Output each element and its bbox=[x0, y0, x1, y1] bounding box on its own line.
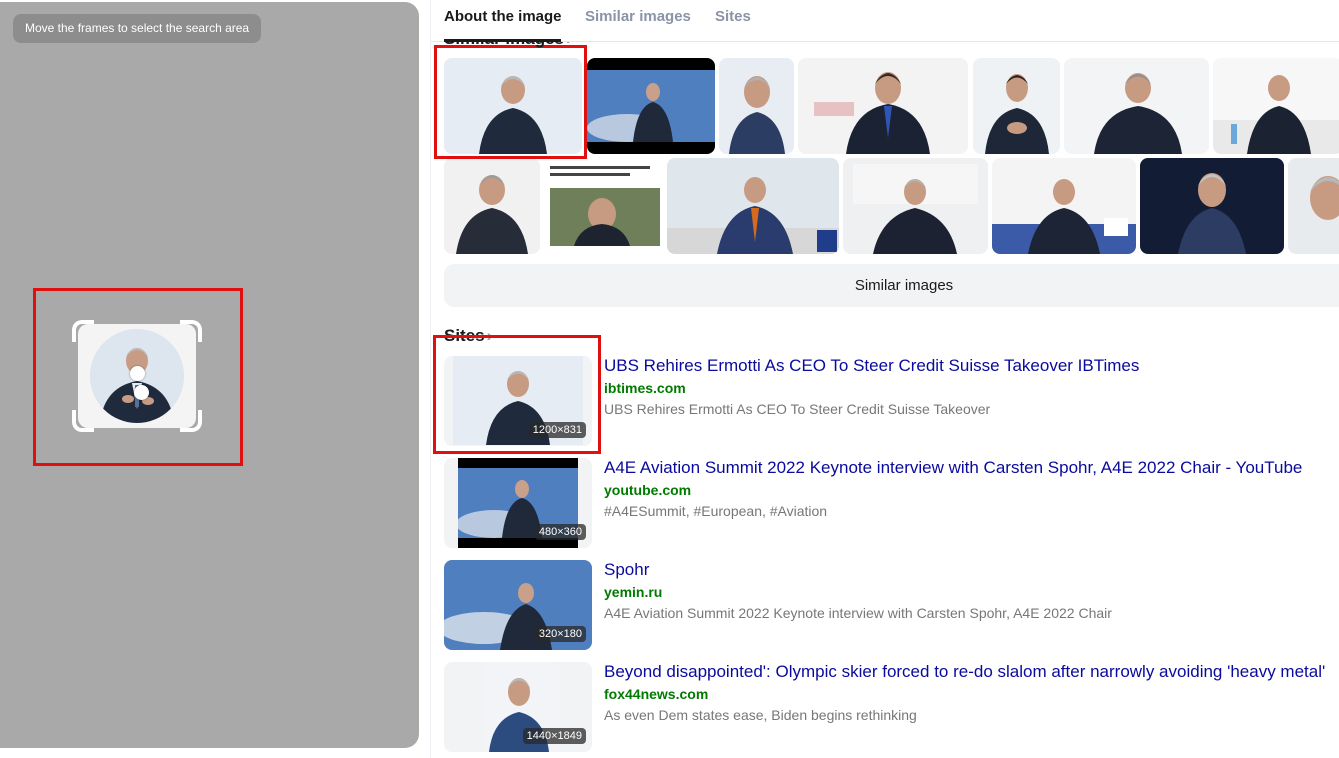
similar-image-thumb[interactable] bbox=[1288, 158, 1339, 254]
similar-image-thumb[interactable] bbox=[1064, 58, 1209, 154]
site-title-link[interactable]: Beyond disappointed': Olympic skier forc… bbox=[604, 662, 1325, 682]
tab-sites[interactable]: Sites bbox=[715, 8, 751, 25]
similar-image-thumb[interactable] bbox=[587, 58, 715, 154]
site-description: #A4ESummit, #European, #Aviation bbox=[604, 503, 828, 519]
similar-image-thumb[interactable] bbox=[544, 158, 664, 254]
site-domain-link[interactable]: fox44news.com bbox=[604, 686, 708, 702]
crop-handle-bottom-left[interactable] bbox=[72, 410, 94, 432]
chevron-right-icon: › bbox=[486, 326, 493, 345]
similar-image-thumb[interactable] bbox=[798, 58, 968, 154]
similar-image-thumb[interactable] bbox=[992, 158, 1136, 254]
similar-images-button[interactable]: Similar images bbox=[444, 264, 1339, 307]
tab-similar-images[interactable]: Similar images bbox=[585, 8, 691, 25]
tab-about-image[interactable]: About the image bbox=[444, 8, 562, 25]
tab-active-indicator bbox=[444, 39, 561, 42]
image-size-badge: 1200×831 bbox=[528, 422, 586, 438]
crop-point-marker[interactable] bbox=[130, 366, 145, 381]
site-thumbnail[interactable]: 480×360 bbox=[444, 458, 592, 548]
crop-panel[interactable]: Move the frames to select the search are… bbox=[0, 2, 419, 748]
similar-image-thumb[interactable] bbox=[843, 158, 988, 254]
similar-image-thumb[interactable] bbox=[444, 158, 540, 254]
similar-image-thumb[interactable] bbox=[973, 58, 1060, 154]
similar-image-thumb[interactable] bbox=[719, 58, 794, 154]
site-title-link[interactable]: Spohr bbox=[604, 560, 649, 580]
site-description: UBS Rehires Ermotti As CEO To Steer Cred… bbox=[604, 401, 991, 417]
crop-handle-top-left[interactable] bbox=[72, 320, 94, 342]
site-thumbnail[interactable]: 1440×1849 bbox=[444, 662, 592, 752]
image-size-badge: 1440×1849 bbox=[522, 728, 586, 744]
site-thumbnail[interactable]: 320×180 bbox=[444, 560, 592, 650]
site-result: 480×360 A4E Aviation Summit 2022 Keynote… bbox=[444, 458, 1339, 548]
similar-image-thumb[interactable] bbox=[1140, 158, 1284, 254]
site-title-link[interactable]: UBS Rehires Ermotti As CEO To Steer Cred… bbox=[604, 356, 1139, 376]
site-domain-link[interactable]: ibtimes.com bbox=[604, 380, 686, 396]
site-result: 320×180 Spohr yemin.ru A4E Aviation Summ… bbox=[444, 560, 1339, 650]
results-panel: About the image Similar images Sites Sim… bbox=[430, 0, 1339, 758]
site-result: 1440×1849 Beyond disappointed': Olympic … bbox=[444, 662, 1339, 752]
sites-heading[interactable]: Sites › bbox=[444, 326, 492, 346]
sites-heading-label: Sites bbox=[444, 326, 485, 345]
crop-hint: Move the frames to select the search are… bbox=[13, 14, 262, 43]
site-description: As even Dem states ease, Biden begins re… bbox=[604, 707, 917, 723]
image-size-badge: 320×180 bbox=[534, 626, 586, 642]
site-domain-link[interactable]: yemin.ru bbox=[604, 584, 662, 600]
crop-handle-bottom-right[interactable] bbox=[180, 410, 202, 432]
image-size-badge: 480×360 bbox=[534, 524, 586, 540]
crop-point-marker[interactable] bbox=[134, 385, 149, 400]
site-description: A4E Aviation Summit 2022 Keynote intervi… bbox=[604, 605, 1112, 621]
site-title-link[interactable]: A4E Aviation Summit 2022 Keynote intervi… bbox=[604, 458, 1302, 478]
similar-image-thumb[interactable] bbox=[444, 58, 582, 154]
tab-bar: About the image Similar images Sites bbox=[431, 0, 1339, 42]
site-domain-link[interactable]: youtube.com bbox=[604, 482, 691, 498]
crop-selection-frame[interactable] bbox=[72, 320, 202, 432]
similar-image-thumb[interactable] bbox=[1213, 58, 1339, 154]
crop-handle-top-right[interactable] bbox=[180, 320, 202, 342]
site-result: 1200×831 UBS Rehires Ermotti As CEO To S… bbox=[444, 356, 1339, 446]
site-thumbnail[interactable]: 1200×831 bbox=[444, 356, 592, 446]
similar-image-thumb[interactable] bbox=[667, 158, 839, 254]
